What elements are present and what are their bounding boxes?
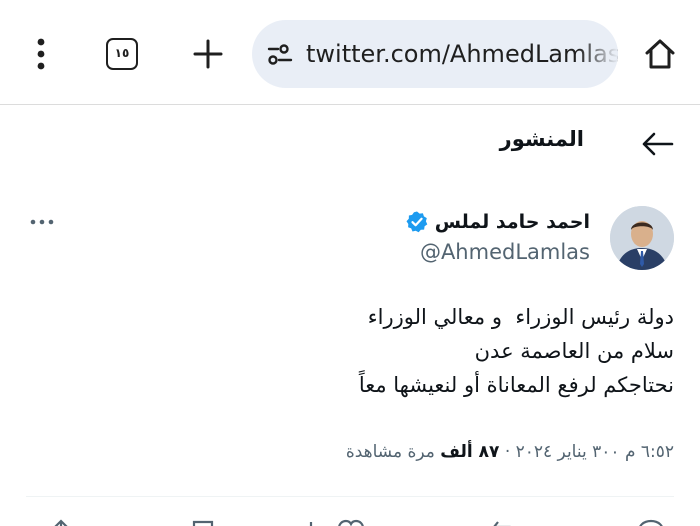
tweet-line: سلام من العاصمة عدن (454, 339, 674, 363)
tweet-date[interactable]: ٣٠٠ يناير ٢٠٢٤ (516, 442, 620, 462)
share-icon[interactable] (46, 518, 76, 526)
retweet-icon[interactable] (490, 518, 520, 526)
avatar[interactable] (610, 206, 674, 270)
author-handle[interactable]: @AhmedLamlas (420, 240, 590, 264)
url-fade (578, 20, 618, 88)
more-options-icon[interactable] (26, 208, 58, 236)
views-icon[interactable] (296, 518, 326, 526)
tweet-time[interactable]: ٦:٥٢ م (625, 442, 674, 462)
browser-toolbar: twitter.com/AhmedLamlas ١٥ (0, 0, 700, 105)
views-count: ٨٧ ألف (440, 442, 500, 462)
author-name[interactable]: احمد حامد لملس (435, 211, 590, 233)
kebab-menu-icon[interactable] (26, 34, 56, 74)
url-text[interactable]: twitter.com/AhmedLamlas (306, 20, 618, 88)
bookmark-icon[interactable] (188, 518, 218, 526)
like-icon[interactable] (336, 518, 366, 526)
views-label: مرة مشاهدة (345, 442, 435, 462)
tweet-meta: ٦:٥٢ م ٣٠٠ يناير ٢٠٢٤ · ٨٧ ألف مرة مشاهد… (346, 442, 674, 462)
tweet-text: دولة رئيس الوزراء و معالي الوزراء سلام م… (114, 300, 674, 402)
verified-badge-icon (405, 210, 429, 234)
plus-icon[interactable] (188, 34, 228, 74)
author-name-row: احمد حامد لملس (405, 210, 590, 234)
meta-separator: · (504, 442, 511, 462)
arrow-left-icon[interactable] (640, 128, 676, 160)
tweet-line: نحتاجكم لرفع المعاناة أو لنعيشها معاً (358, 373, 674, 397)
home-icon[interactable] (640, 34, 680, 74)
tweet-line: دولة رئيس الوزراء و معالي الوزراء (367, 305, 674, 329)
tab-switcher-button[interactable]: ١٥ (106, 38, 138, 70)
url-bar[interactable]: twitter.com/AhmedLamlas (252, 20, 618, 88)
divider (26, 496, 674, 497)
tune-icon[interactable] (266, 40, 294, 68)
page-title: المنشور (499, 127, 584, 151)
reply-icon[interactable] (636, 518, 666, 526)
tweet-action-bar (0, 512, 700, 526)
